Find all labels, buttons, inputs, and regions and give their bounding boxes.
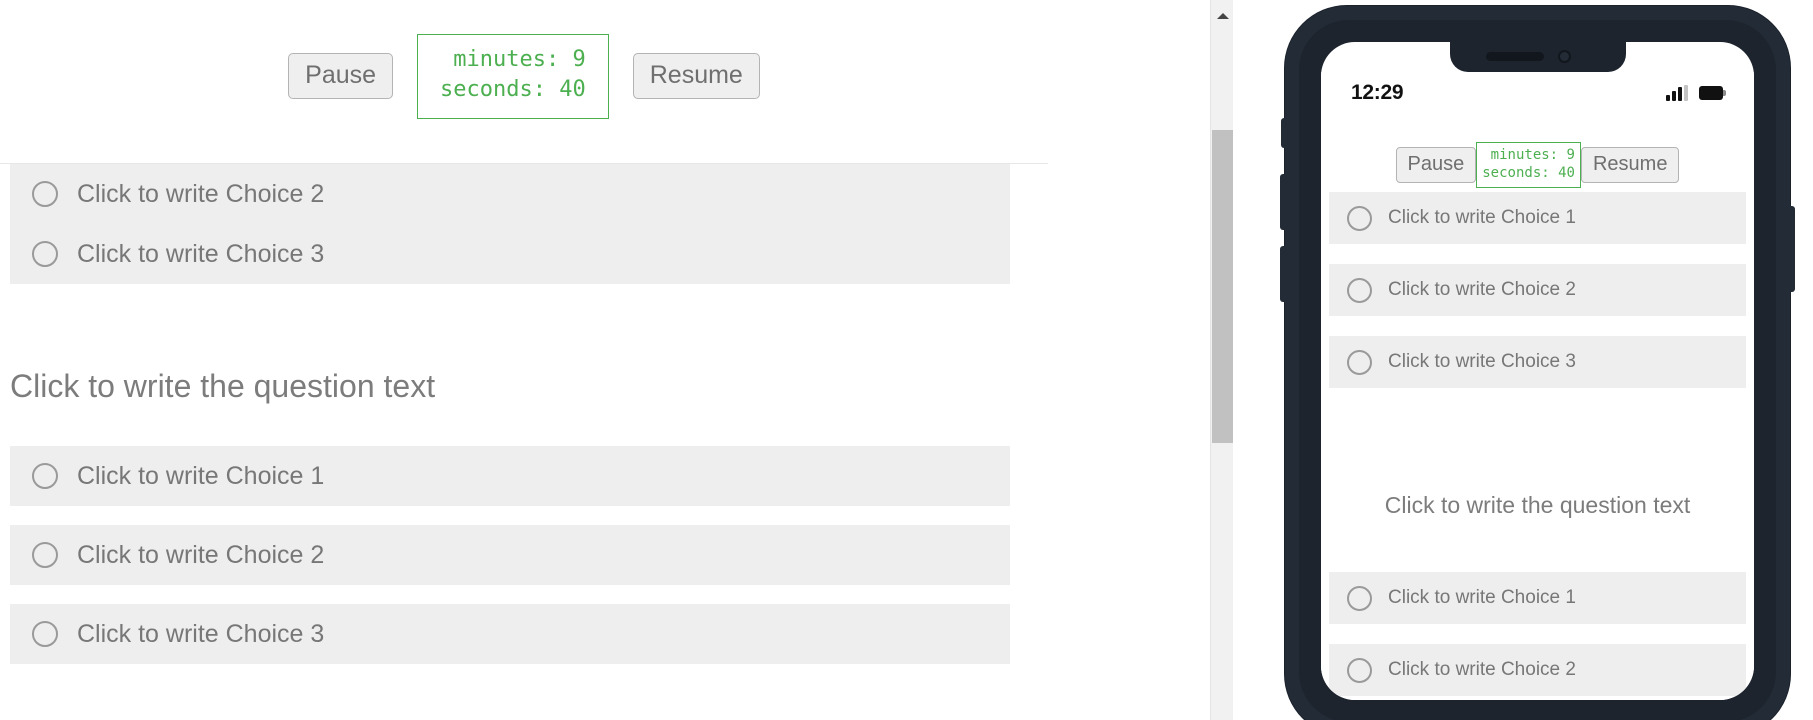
scrollbar-thumb[interactable] [1212, 130, 1233, 443]
radio-circle-icon[interactable] [32, 621, 58, 647]
question-text[interactable]: Click to write the question text [1321, 492, 1754, 519]
choice-row[interactable]: Click to write Choice 3 [1329, 336, 1746, 388]
phone-screen: 12:29 Pause minutes: 9 seconds: 40 Resum… [1321, 42, 1754, 700]
power-button[interactable] [1789, 206, 1795, 292]
status-icons [1666, 85, 1726, 101]
signal-bars-icon [1666, 85, 1688, 101]
volume-up-button[interactable] [1280, 174, 1286, 230]
phone-notch [1449, 42, 1626, 72]
choice-row[interactable]: Click to write Choice 2 [1329, 644, 1746, 696]
choice-row[interactable]: Click to write Choice 3 [10, 224, 1010, 284]
phone-timer-controls: Pause minutes: 9 seconds: 40 Resume [1321, 142, 1754, 188]
silent-switch[interactable] [1281, 118, 1286, 148]
choice-row[interactable]: Click to write Choice 2 [10, 164, 1010, 224]
choice-row[interactable]: Click to write Choice 1 [1329, 572, 1746, 624]
timer-display: minutes: 9 seconds: 40 [1476, 142, 1581, 188]
choice-label: Click to write Choice 1 [1388, 587, 1576, 608]
timer-display: minutes: 9 seconds: 40 [417, 34, 609, 119]
choice-label: Click to write Choice 3 [77, 239, 325, 268]
choice-row[interactable]: Click to write Choice 2 [10, 525, 1010, 585]
pause-button[interactable]: Pause [1395, 146, 1477, 183]
timer-header: Pause minutes: 9 seconds: 40 Resume [0, 0, 1048, 164]
radio-circle-icon[interactable] [1347, 349, 1372, 375]
radio-circle-icon[interactable] [32, 542, 58, 568]
pause-button[interactable]: Pause [288, 53, 394, 100]
choice-label: Click to write Choice 3 [1388, 351, 1576, 372]
phone-mockup: 12:29 Pause minutes: 9 seconds: 40 Resum… [1280, 6, 1795, 720]
timer-controls: Pause minutes: 9 seconds: 40 Resume [0, 34, 1048, 119]
phone-bezel: 12:29 Pause minutes: 9 seconds: 40 Resum… [1299, 20, 1776, 720]
desktop-preview-pane: Click to write Choice 2 Click to write C… [0, 0, 1234, 720]
choice-row[interactable]: Click to write Choice 2 [1329, 264, 1746, 316]
desktop-viewport: Click to write Choice 2 Click to write C… [0, 0, 1210, 720]
choice-label: Click to write Choice 2 [77, 540, 325, 569]
volume-down-button[interactable] [1280, 246, 1286, 302]
radio-circle-icon[interactable] [1347, 277, 1372, 303]
radio-circle-icon[interactable] [1347, 205, 1372, 231]
chevron-up-icon[interactable] [1211, 0, 1234, 32]
phone-content: Pause minutes: 9 seconds: 40 Resume Clic… [1321, 114, 1754, 700]
timer-seconds-line: seconds: 40 [1482, 165, 1575, 182]
choice-label: Click to write Choice 2 [77, 179, 325, 208]
radio-circle-icon[interactable] [1347, 585, 1372, 611]
app-root: Click to write Choice 2 Click to write C… [0, 0, 1813, 720]
radio-circle-icon[interactable] [32, 463, 58, 489]
radio-circle-icon[interactable] [32, 181, 58, 207]
question-text[interactable]: Click to write the question text [10, 368, 1010, 405]
phone-status-bar: 12:29 [1321, 72, 1754, 114]
choice-row[interactable]: Click to write Choice 1 [10, 446, 1010, 506]
radio-circle-icon[interactable] [32, 241, 58, 267]
choice-label: Click to write Choice 1 [1388, 207, 1576, 228]
choice-label: Click to write Choice 2 [1388, 659, 1576, 680]
choice-label: Click to write Choice 3 [77, 619, 325, 648]
speaker-grill-icon [1485, 52, 1544, 61]
resume-button[interactable]: Resume [632, 53, 760, 100]
choice-row[interactable]: Click to write Choice 3 [10, 604, 1010, 664]
battery-full-icon [1699, 86, 1726, 100]
timer-minutes-line: minutes: 9 [453, 47, 586, 72]
choice-label: Click to write Choice 1 [77, 461, 325, 490]
front-camera-icon [1557, 50, 1571, 63]
radio-circle-icon[interactable] [1347, 657, 1372, 683]
vertical-scrollbar[interactable] [1210, 0, 1233, 720]
resume-button[interactable]: Resume [1580, 146, 1680, 183]
status-time: 12:29 [1351, 81, 1404, 104]
timer-seconds-line: seconds: 40 [440, 77, 586, 103]
choice-label: Click to write Choice 2 [1388, 279, 1576, 300]
choice-row[interactable]: Click to write Choice 1 [1329, 192, 1746, 244]
timer-minutes-line: minutes: 9 [1490, 147, 1575, 163]
